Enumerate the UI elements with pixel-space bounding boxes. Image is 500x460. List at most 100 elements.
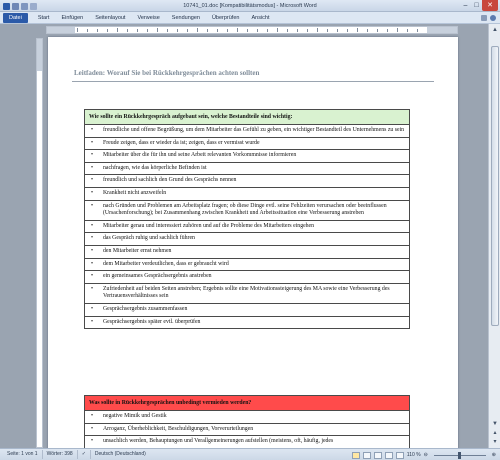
bullet-icon: •: [91, 189, 94, 196]
web-layout-view-button[interactable]: [373, 451, 382, 459]
tab-mailings[interactable]: Sendungen: [166, 13, 206, 23]
table-cell[interactable]: • Mitarbeiter über die für ihn und seine …: [84, 149, 410, 163]
maximize-button[interactable]: □: [471, 0, 482, 11]
previous-page-button[interactable]: ▴: [490, 429, 500, 437]
help-icon[interactable]: [490, 15, 496, 21]
ruler-left-margin: [47, 27, 75, 33]
tab-start[interactable]: Start: [32, 13, 56, 23]
ruler-tick: [157, 28, 158, 32]
list-item-text: ein gemeinsames Gesprächsergebnis anstre…: [103, 273, 212, 280]
table-cell[interactable]: • Freude zeigen, dass er wieder da ist; z…: [84, 136, 410, 151]
list-item: • Mitarbeiter über die für ihn und seine …: [89, 152, 405, 160]
list-item-text: unsachlich werden, Behauptungen und Vera…: [103, 438, 334, 445]
table-row: • Gesprächsergebnis zusammenfassen: [84, 302, 410, 317]
ruler-tick: [97, 29, 98, 32]
zoom-slider-knob[interactable]: [457, 451, 461, 459]
list-item-text: Gesprächsergebnis zusammenfassen: [103, 305, 188, 312]
table-cell[interactable]: • den Mitarbeiter ernst nehmen: [84, 244, 410, 259]
table-cell[interactable]: • Krankheit nicht anzweifeln: [84, 186, 410, 201]
ruler-tick: [327, 29, 328, 32]
scroll-down-button[interactable]: ▼: [490, 420, 500, 428]
zoom-slider[interactable]: [433, 451, 486, 459]
draft-view-button[interactable]: [395, 451, 404, 459]
list-item-text: nach Gründen und Problemen am Arbeitspla…: [103, 202, 387, 217]
bullet-icon: •: [91, 202, 94, 209]
outline-view-button[interactable]: [384, 451, 393, 459]
list-item: • Freude zeigen, dass er wieder da ist; z…: [89, 140, 405, 148]
full-screen-view-button[interactable]: [362, 451, 371, 459]
table-cell[interactable]: • Zufriedenheit auf beiden Seiten anstreb…: [84, 282, 410, 304]
tab-review[interactable]: Überprüfen: [206, 13, 246, 23]
document-area: Leitfaden: Worauf Sie bei Rückkehrgesprä…: [0, 35, 488, 448]
zoom-level[interactable]: 110 %: [407, 452, 421, 458]
header-rule: [72, 81, 434, 82]
bullet-icon: •: [91, 260, 94, 267]
list-item-text: negative Mimik und Gestik: [103, 413, 167, 419]
word-count[interactable]: Wörter: 398: [43, 450, 78, 459]
minimize-button[interactable]: –: [460, 0, 471, 11]
table-row: • negative Mimik und Gestik: [84, 410, 410, 424]
scroll-up-button[interactable]: ▲: [490, 26, 500, 34]
list-item: • freundliche und offene Begrüßung, um de…: [89, 127, 405, 135]
table-cell[interactable]: • das Gespräch ruhig und sachlich führen: [84, 232, 410, 246]
print-layout-view-button[interactable]: [351, 451, 360, 459]
title-bar: 10741_01.doc [Kompatibilitätsmodus] - Mi…: [0, 0, 500, 12]
vertical-ruler-top-margin: [37, 39, 42, 71]
minimize-ribbon-icon[interactable]: [481, 15, 487, 21]
table-row: • Freude zeigen, dass er wieder da ist; z…: [84, 136, 410, 151]
bullet-icon: •: [91, 285, 94, 292]
list-item-text: dem Mitarbeiter verdeutlichen, dass er g…: [103, 260, 229, 267]
ruler-tick: [297, 29, 298, 32]
list-item: • nach Gründen und Problemen am Arbeitspl…: [89, 203, 405, 218]
tab-references[interactable]: Verweise: [131, 13, 165, 23]
table-cell[interactable]: • unsachlich werden, Behauptungen und Ver…: [84, 435, 410, 448]
tab-view[interactable]: Ansicht: [245, 13, 275, 23]
vertical-ruler[interactable]: [36, 38, 43, 448]
table-cell[interactable]: • ein gemeinsames Gesprächsergebnis anstr…: [84, 270, 410, 284]
table-cell[interactable]: • Gesprächsergebnis später evtl. überprüf…: [84, 315, 410, 330]
table-row: • das Gespräch ruhig und sachlich führen: [84, 232, 410, 246]
ruler-tick: [347, 29, 348, 32]
table-cell[interactable]: • Arroganz, Überheblichkeit, Beschuldigun…: [84, 422, 410, 437]
tab-insert[interactable]: Einfügen: [55, 13, 89, 23]
zoom-in-icon[interactable]: ⊕: [492, 452, 496, 458]
ribbon-tab-bar: Datei Start Einfügen Seitenlayout Verwei…: [0, 12, 500, 24]
ruler-tick: [357, 28, 358, 32]
table-cell[interactable]: • nachfragen, wie das körperliche Befinde…: [84, 161, 410, 176]
ruler-tick: [227, 29, 228, 32]
zoom-out-icon[interactable]: ⊖: [424, 452, 428, 458]
list-item: • Arroganz, Überheblichkeit, Beschuldigun…: [89, 426, 405, 434]
horizontal-ruler[interactable]: [46, 26, 458, 34]
close-button[interactable]: ✕: [482, 0, 498, 11]
bullet-icon: •: [91, 177, 94, 184]
vertical-scrollbar[interactable]: ▲ ▼ ▴ ▾: [488, 24, 500, 448]
table-cell[interactable]: • nach Gründen und Problemen am Arbeitspl…: [84, 199, 410, 221]
next-page-button[interactable]: ▾: [490, 438, 500, 446]
table-row: • Gesprächsergebnis später evtl. überprüf…: [84, 315, 410, 330]
table-cell[interactable]: • negative Mimik und Gestik: [84, 410, 410, 424]
bullet-icon: •: [91, 438, 94, 445]
ribbon-right-controls: [481, 13, 496, 23]
avoid-table-header: Was sollte in Rückkehrgesprächen unbedin…: [84, 395, 410, 411]
bullet-icon: •: [91, 425, 94, 432]
bullet-icon: •: [91, 318, 94, 325]
tab-page-layout[interactable]: Seitenlayout: [89, 13, 131, 23]
table-cell[interactable]: • Gesprächsergebnis zusammenfassen: [84, 302, 410, 317]
ruler-tick: [387, 29, 388, 32]
language-indicator[interactable]: Deutsch (Deutschland): [91, 450, 150, 459]
page-count[interactable]: Seite: 1 von 1: [3, 450, 43, 459]
table-cell[interactable]: • dem Mitarbeiter verdeutlichen, dass er …: [84, 257, 410, 272]
scrollbar-thumb[interactable]: [491, 46, 499, 326]
table-cell[interactable]: • freundlich und sachlich den Grund des G…: [84, 174, 410, 188]
table-row: • unsachlich werden, Behauptungen und Ver…: [84, 435, 410, 448]
table-cell[interactable]: • freundliche und offene Begrüßung, um de…: [84, 124, 410, 138]
table-cell[interactable]: • Mitarbeiter genau und interessiert zuhö…: [84, 219, 410, 234]
list-item-text: das Gespräch ruhig und sachlich führen: [103, 235, 195, 242]
tab-file[interactable]: Datei: [3, 12, 28, 23]
list-item-text: Freude zeigen, dass er wieder da ist; ze…: [103, 139, 260, 146]
document-page[interactable]: Leitfaden: Worauf Sie bei Rückkehrgesprä…: [48, 37, 458, 448]
bullet-icon: •: [91, 222, 94, 229]
bullet-icon: •: [91, 235, 94, 242]
proofing-icon[interactable]: ✓: [78, 450, 91, 459]
ruler-tick: [417, 29, 418, 32]
